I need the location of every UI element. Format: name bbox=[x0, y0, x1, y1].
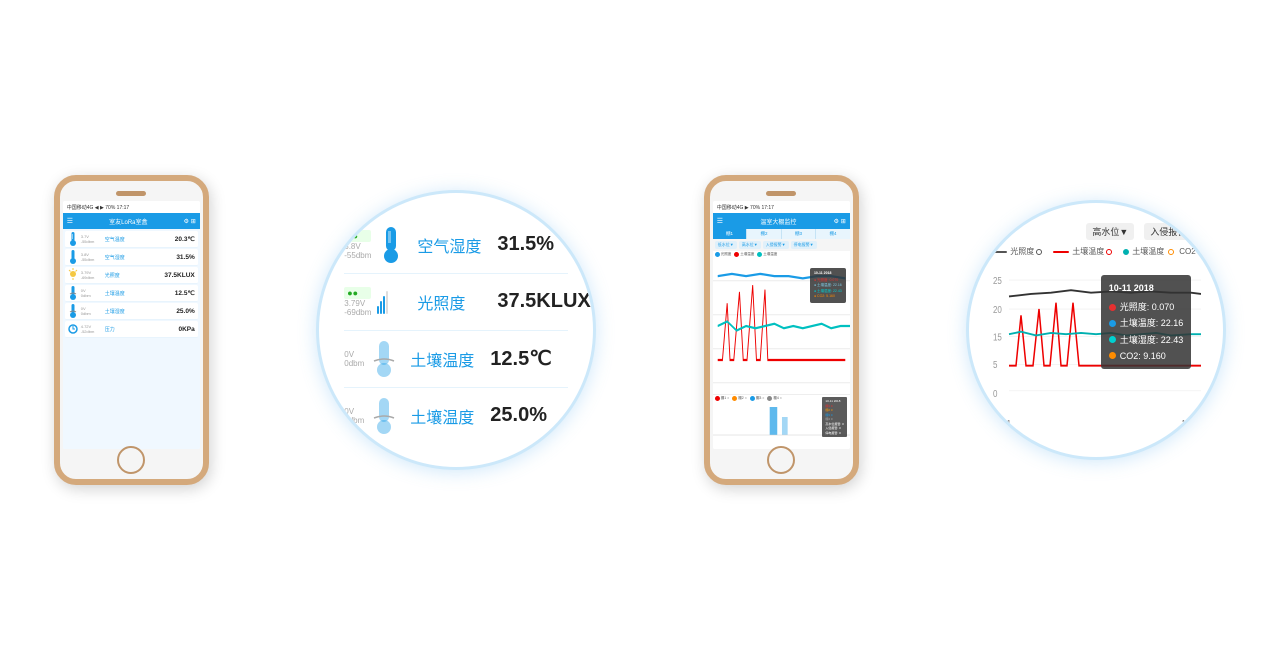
phone-left-header: ☰ 室友LoRa室盒 ⚙ ⊞ bbox=[63, 213, 200, 229]
zoom-intrusion-btn[interactable]: 入侵报警▼ bbox=[1144, 223, 1201, 240]
phone-right: 中国移动4G ▶ 70% 17:17 ☰ 温室大棚监控 ⚙ ⊞ 棚1 棚2 棚3… bbox=[704, 175, 859, 485]
sensor-row-4: 0V0dbm 土壤湿度 25.0% bbox=[65, 303, 198, 320]
light-icon bbox=[68, 268, 78, 282]
pressure-icon bbox=[68, 322, 78, 336]
bottom-tooltip: 10-11 2018 棚1 0 棚2 0 棚3 0 棚4 0 高水位报警: 0 … bbox=[822, 397, 846, 437]
zoom-soilhum-label: 土壤温度 bbox=[410, 404, 480, 428]
zoom-row-humidity: ●● 3.8V -55dbm 空气湿度 31.5% bbox=[344, 217, 568, 274]
svg-text:15: 15 bbox=[993, 332, 1002, 343]
tab-2[interactable]: 棚2 bbox=[747, 229, 782, 239]
sensor-row-2: 3.79V-69dbm 光照度 37.5KLUX bbox=[65, 267, 198, 284]
right-phone-tabs: 棚1 棚2 棚3 棚4 bbox=[713, 229, 850, 239]
tab-1[interactable]: 棚1 bbox=[713, 229, 748, 239]
zoom-high-water-btn[interactable]: 高水位▼ bbox=[1086, 223, 1134, 240]
svg-text:0: 0 bbox=[993, 388, 997, 399]
svg-text:25: 25 bbox=[993, 275, 1002, 286]
right-zoom-legend: 光照度 土壤温度 土壤温度 CO2 bbox=[991, 246, 1201, 257]
right-phone-legend: 光照度 土壤温度 土壤温度 bbox=[713, 251, 850, 258]
zoom-light-label: 光照度 bbox=[417, 290, 487, 314]
sensor-list: 3.7V-55dbm 空气温度 20.3℃ 3.8V-55dbm 空气湿度 31… bbox=[63, 229, 200, 449]
btn-power[interactable]: 停电报警▼ bbox=[791, 241, 817, 249]
btn-intrusion[interactable]: 入侵报警▼ bbox=[763, 241, 789, 249]
zoom-humidity-label: 空气湿度 bbox=[417, 233, 487, 257]
zoom-humidity-value: 31.5% bbox=[497, 233, 554, 256]
svg-text:5: 5 bbox=[993, 359, 997, 370]
right-phone-main-chart: 10-11 2018 ● 光照度: 0.070 ● 土壤温度: 22.16 ● … bbox=[713, 258, 850, 394]
right-zoom-header: 高水位▼ 入侵报警▼ bbox=[991, 223, 1201, 240]
zoom-soiltemp-label: 土壤温度 bbox=[410, 347, 480, 371]
tab-3[interactable]: 棚3 bbox=[782, 229, 817, 239]
phone-left: 中国移动4G ◀ ▶ 70% 17:17 ☰ 室友LoRa室盒 ⚙ ⊞ 3.7V… bbox=[54, 175, 209, 485]
action-buttons: 低水位▼ 高水位▼ 入侵报警▼ 停电报警▼ bbox=[713, 239, 850, 251]
zoom-light-value: 37.5KLUX bbox=[497, 290, 590, 313]
right-zoom-tooltip: 10-11 2018 光照度: 0.070 土壤温度: 22.16 土壤湿度: … bbox=[1101, 275, 1192, 369]
status-bar-right: 中国移动4G ▶ 70% 17:17 bbox=[713, 201, 850, 213]
right-zoom-chart: 25 20 15 5 0 10-11 2018 bbox=[991, 265, 1201, 416]
phone-right-screen: 中国移动4G ▶ 70% 17:17 ☰ 温室大棚监控 ⚙ ⊞ 棚1 棚2 棚3… bbox=[713, 201, 850, 449]
sensor-row-3: 0V0dbm 土壤温度 12.5℃ bbox=[65, 285, 198, 302]
zoom-row-soiltemp: 0V 0dbm 土壤温度 12.5℃ bbox=[344, 331, 568, 388]
zoom-soilhum-icon bbox=[370, 398, 398, 434]
zoom-circle-left: ●● 3.8V -55dbm 空气湿度 31.5% ●● 3.79V -69db… bbox=[316, 190, 596, 470]
zoom-soilhum-value: 25.0% bbox=[490, 404, 547, 427]
sensor-row-0: 3.7V-55dbm 空气温度 20.3℃ bbox=[65, 231, 198, 248]
temp-icon bbox=[68, 232, 78, 246]
right-phone-bottom-chart: 棚1 ○ 棚2 ○ 棚3 ○ 棚4 ○ 10-11 2018 棚1 0 棚2 0… bbox=[713, 394, 850, 449]
soil-temp-icon bbox=[68, 286, 78, 300]
sensor-row-1: 3.8V-55dbm 空气湿度 31.5% bbox=[65, 249, 198, 266]
btn-low-water[interactable]: 低水位▼ bbox=[715, 241, 737, 249]
sensor-row-5: 4.72V-52dbm 压力 0KPa bbox=[65, 321, 198, 338]
status-bar-left: 中国移动4G ◀ ▶ 70% 17:17 bbox=[63, 201, 200, 213]
zoom-soiltemp-icon bbox=[370, 341, 398, 377]
main-scene: 中国移动4G ◀ ▶ 70% 17:17 ☰ 室友LoRa室盒 ⚙ ⊞ 3.7V… bbox=[0, 0, 1280, 660]
zoom-circle-right: 高水位▼ 入侵报警▼ 光照度 土壤温度 土壤温度 CO2 bbox=[966, 200, 1226, 460]
zoom-soiltemp-value: 12.5℃ bbox=[490, 346, 551, 371]
tab-4[interactable]: 棚4 bbox=[816, 229, 850, 239]
zoom-light-icon bbox=[377, 284, 405, 320]
svg-text:20: 20 bbox=[993, 304, 1002, 315]
phone-left-screen: 中国移动4G ◀ ▶ 70% 17:17 ☰ 室友LoRa室盒 ⚙ ⊞ 3.7V… bbox=[63, 201, 200, 449]
humidity-icon bbox=[68, 250, 78, 264]
zoom-humidity-icon bbox=[377, 227, 405, 263]
right-phone-tooltip: 10-11 2018 ● 光照度: 0.070 ● 土壤温度: 22.16 ● … bbox=[810, 268, 846, 303]
right-zoom-dates: 10-112018 10-11 bbox=[991, 419, 1201, 437]
zoom-row-light: ●● 3.79V -69dbm 光照度 37.5KLUX bbox=[344, 274, 568, 331]
phone-right-header: ☰ 温室大棚监控 ⚙ ⊞ bbox=[713, 213, 850, 229]
btn-high-water[interactable]: 高水位▼ bbox=[739, 241, 761, 249]
zoom-row-soilhum: 0V 0dbm 土壤温度 25.0% bbox=[344, 388, 568, 444]
soil-hum-icon bbox=[68, 304, 78, 318]
